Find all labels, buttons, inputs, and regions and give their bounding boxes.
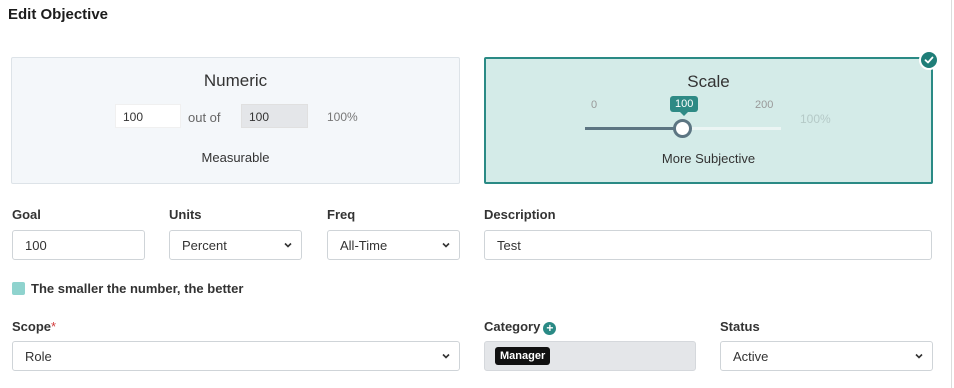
page-right-divider — [951, 0, 952, 388]
smaller-better-label[interactable]: The smaller the number, the better — [31, 281, 243, 296]
scale-option-card[interactable]: Scale 0 100 200 100% More Subjective — [484, 57, 933, 184]
category-label: Category + — [484, 319, 557, 335]
freq-select[interactable]: All-Time — [327, 230, 460, 260]
chevron-down-icon — [442, 242, 450, 248]
out-of-label: out of — [188, 110, 221, 125]
scale-max-label: 200 — [755, 99, 774, 111]
units-select[interactable]: Percent — [169, 230, 302, 260]
plus-circle-icon[interactable]: + — [543, 321, 557, 335]
scope-select-value: Role — [25, 348, 52, 364]
scale-card-title: Scale — [687, 72, 730, 91]
freq-select-value: All-Time — [340, 237, 388, 253]
description-input[interactable]: Test — [484, 230, 932, 260]
numeric-max-input: 100 — [241, 104, 308, 128]
status-label: Status — [720, 319, 760, 334]
numeric-option-card[interactable]: Numeric 100 out of 100 100% Measurable — [11, 57, 460, 184]
scale-percent: 100% — [800, 112, 831, 126]
scale-min-label: 0 — [591, 99, 598, 111]
category-tag[interactable]: Manager — [495, 347, 551, 365]
status-select-value: Active — [733, 348, 769, 364]
scale-slider-fill — [585, 127, 683, 130]
goal-input[interactable]: 100 — [12, 230, 145, 260]
numeric-percent: 100% — [327, 110, 358, 124]
numeric-card-title: Numeric — [203, 71, 268, 90]
scope-label: Scope* — [12, 319, 56, 334]
units-select-value: Percent — [182, 237, 227, 253]
category-label-text: Category — [484, 319, 541, 334]
smaller-better-checkbox[interactable] — [12, 282, 25, 295]
required-marker: * — [51, 319, 57, 334]
goal-label: Goal — [12, 207, 41, 222]
scale-card-subtitle: More Subjective — [661, 151, 756, 166]
page-title: Edit Objective — [8, 6, 109, 23]
chevron-down-icon — [915, 353, 923, 359]
units-label: Units — [169, 207, 202, 222]
freq-label: Freq — [327, 207, 356, 222]
scale-current-tooltip: 100 — [670, 96, 699, 116]
numeric-value-input[interactable]: 100 — [115, 104, 181, 128]
chevron-down-icon — [442, 353, 450, 359]
check-icon — [919, 50, 939, 70]
numeric-card-subtitle: Measurable — [201, 150, 270, 165]
status-select[interactable]: Active — [720, 341, 933, 371]
chevron-down-icon — [284, 242, 292, 248]
category-field[interactable]: Manager — [484, 341, 696, 371]
scale-slider-handle[interactable] — [673, 119, 692, 138]
description-label: Description — [484, 207, 556, 222]
scope-label-text: Scope — [12, 319, 52, 334]
scope-select[interactable]: Role — [12, 341, 460, 371]
